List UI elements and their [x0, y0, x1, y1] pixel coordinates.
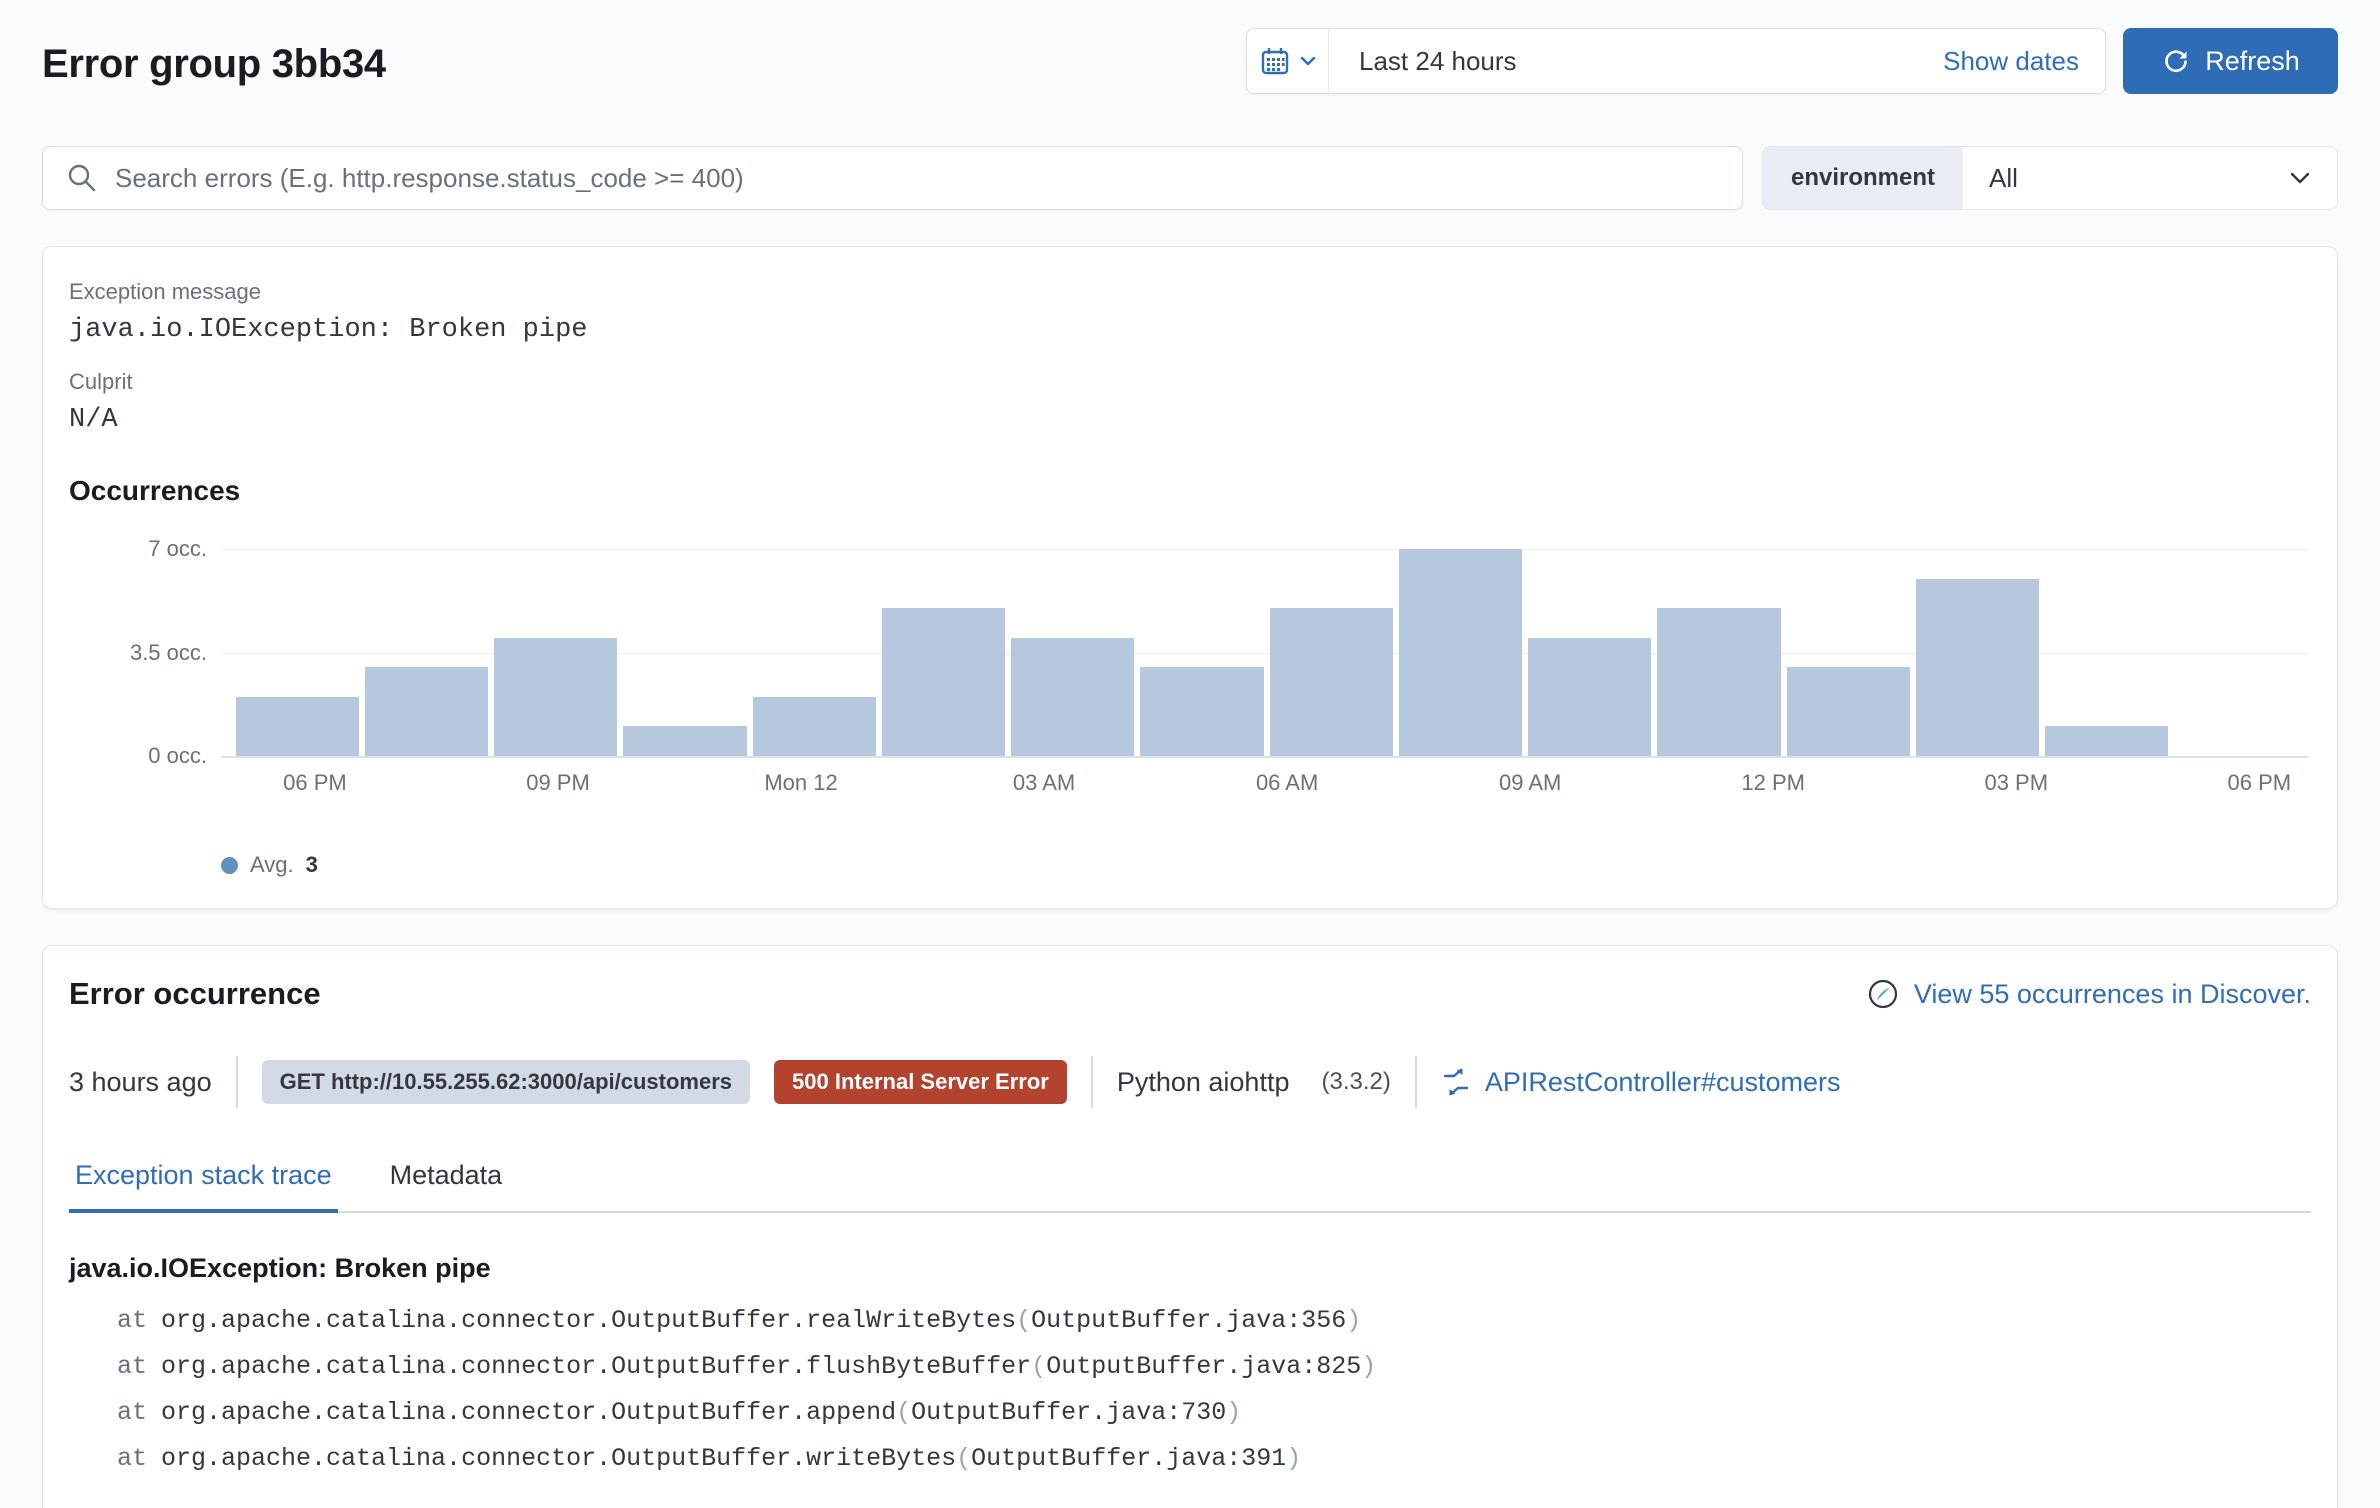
- agent-name: Python aiohttp: [1117, 1067, 1290, 1098]
- occurrence-bar: [1916, 579, 2039, 756]
- occurrence-bar: [1787, 667, 1910, 756]
- quick-select-button[interactable]: [1247, 29, 1329, 93]
- occurrence-bar: [494, 638, 617, 756]
- agent-version: (3.3.2): [1321, 1068, 1390, 1096]
- x-axis-label: 06 AM: [1256, 770, 1318, 796]
- stack-frame: atorg.apache.catalina.connector.OutputBu…: [69, 1298, 2311, 1344]
- occurrence-bar: [1657, 608, 1780, 756]
- x-axis-label: 06 PM: [283, 770, 347, 796]
- occurrence-bar: [1011, 638, 1134, 756]
- environment-filter-label: environment: [1763, 147, 1963, 209]
- stack-trace-title: java.io.IOException: Broken pipe: [69, 1253, 2311, 1284]
- stack-frames: atorg.apache.catalina.connector.OutputBu…: [69, 1298, 2311, 1482]
- x-axis-label: 06 PM: [2228, 770, 2292, 796]
- tab-metadata[interactable]: Metadata: [384, 1160, 509, 1213]
- error-occurrence-heading: Error occurrence: [69, 976, 321, 1012]
- occurrence-timestamp: 3 hours ago: [69, 1067, 212, 1098]
- merge-arrows-icon: [1441, 1067, 1471, 1097]
- apm-error-group-page: Error group 3bb34: [0, 0, 2380, 1508]
- page-header: Error group 3bb34: [42, 28, 2338, 94]
- stack-frame: atorg.apache.catalina.connector.OutputBu…: [69, 1390, 2311, 1436]
- x-axis-label: Mon 12: [764, 770, 837, 796]
- occurrence-bar: [753, 697, 876, 756]
- environment-filter[interactable]: environment All: [1762, 146, 2338, 210]
- y-axis-label: 0 occ.: [148, 743, 207, 769]
- search-input[interactable]: [115, 163, 1720, 194]
- view-occurrences-discover-label: View 55 occurrences in Discover.: [1914, 979, 2311, 1010]
- tab-exception-stack-trace[interactable]: Exception stack trace: [69, 1160, 338, 1213]
- search-box[interactable]: [42, 146, 1743, 210]
- x-axis-label: 09 AM: [1499, 770, 1561, 796]
- chart-legend[interactable]: Avg. 3: [221, 852, 2311, 878]
- occurrence-bar: [2045, 726, 2168, 756]
- environment-filter-value[interactable]: All: [1963, 163, 2287, 194]
- occurrence-bar: [1140, 667, 1263, 756]
- occurrence-bar: [1270, 608, 1393, 756]
- refresh-button[interactable]: Refresh: [2123, 28, 2338, 94]
- x-axis-label: 12 PM: [1741, 770, 1805, 796]
- y-axis-label: 7 occ.: [148, 536, 207, 562]
- divider: [1091, 1056, 1093, 1108]
- chevron-down-icon: [1298, 51, 1318, 71]
- culprit-value: N/A: [69, 405, 2311, 435]
- filter-bar: environment All: [42, 146, 2338, 210]
- occurrence-bar: [236, 697, 359, 756]
- stack-frame: atorg.apache.catalina.connector.OutputBu…: [69, 1436, 2311, 1482]
- occurrence-bar: [1528, 638, 1651, 756]
- y-axis-label: 3.5 occ.: [130, 640, 207, 666]
- chart-plot[interactable]: 7 occ.3.5 occ.0 occ.: [221, 549, 2309, 758]
- culprit-label: Culprit: [69, 367, 2311, 397]
- date-picker[interactable]: Last 24 hours Show dates: [1246, 28, 2106, 94]
- occurrence-bar: [882, 608, 1005, 756]
- legend-label: Avg.: [250, 852, 294, 878]
- occurrences-chart: 7 occ.3.5 occ.0 occ. 06 PM 09 PM Mon 12 03 …: [221, 549, 2309, 810]
- request-url-badge: GET http://10.55.255.62:3000/api/custome…: [262, 1060, 750, 1104]
- legend-dot: [221, 857, 238, 874]
- exception-message-label: Exception message: [69, 277, 2311, 307]
- transaction-link-label: APIRestController#customers: [1485, 1067, 1841, 1098]
- occurrence-meta-row: 3 hours ago GET http://10.55.255.62:3000…: [69, 1056, 2311, 1108]
- time-range-value[interactable]: Last 24 hours: [1329, 46, 1943, 77]
- exception-message-value: java.io.IOException: Broken pipe: [69, 315, 2311, 345]
- error-group-summary-card: Exception message java.io.IOException: B…: [42, 246, 2338, 909]
- occurrence-tabs: Exception stack trace Metadata: [69, 1160, 2311, 1213]
- stack-frame: atorg.apache.catalina.connector.OutputBu…: [69, 1344, 2311, 1390]
- calendar-icon: [1258, 44, 1292, 78]
- gridline: [221, 549, 2309, 550]
- magnifier-icon: [65, 161, 99, 195]
- occurrences-chart-title: Occurrences: [69, 475, 2311, 507]
- exception-stack-trace: java.io.IOException: Broken pipe atorg.a…: [69, 1253, 2311, 1482]
- view-occurrences-discover-link[interactable]: View 55 occurrences in Discover.: [1866, 977, 2311, 1011]
- status-code-badge: 500 Internal Server Error: [774, 1060, 1067, 1104]
- x-axis-label: 03 PM: [1984, 770, 2048, 796]
- page-title: Error group 3bb34: [42, 28, 386, 87]
- x-axis-labels: 06 PM 09 PM Mon 12 03 AM 06 AM 09 AM 12 PM 03 P…: [221, 770, 2309, 810]
- x-axis-label: 03 AM: [1013, 770, 1075, 796]
- divider: [236, 1056, 238, 1108]
- transaction-link[interactable]: APIRestController#customers: [1441, 1067, 1841, 1098]
- refresh-icon: [2161, 46, 2191, 76]
- divider: [1415, 1056, 1417, 1108]
- time-controls: Last 24 hours Show dates Refresh: [1246, 28, 2338, 94]
- occurrence-bar: [365, 667, 488, 756]
- occurrence-bar: [1399, 549, 1522, 756]
- error-occurrence-card: Error occurrence View 55 occurrences in …: [42, 945, 2338, 1508]
- x-axis-label: 09 PM: [526, 770, 590, 796]
- refresh-button-label: Refresh: [2205, 46, 2300, 77]
- legend-value: 3: [306, 852, 318, 878]
- chevron-down-icon: [2287, 165, 2313, 191]
- show-dates-link[interactable]: Show dates: [1943, 46, 2105, 77]
- compass-icon: [1866, 977, 1900, 1011]
- occurrence-bar: [623, 726, 746, 756]
